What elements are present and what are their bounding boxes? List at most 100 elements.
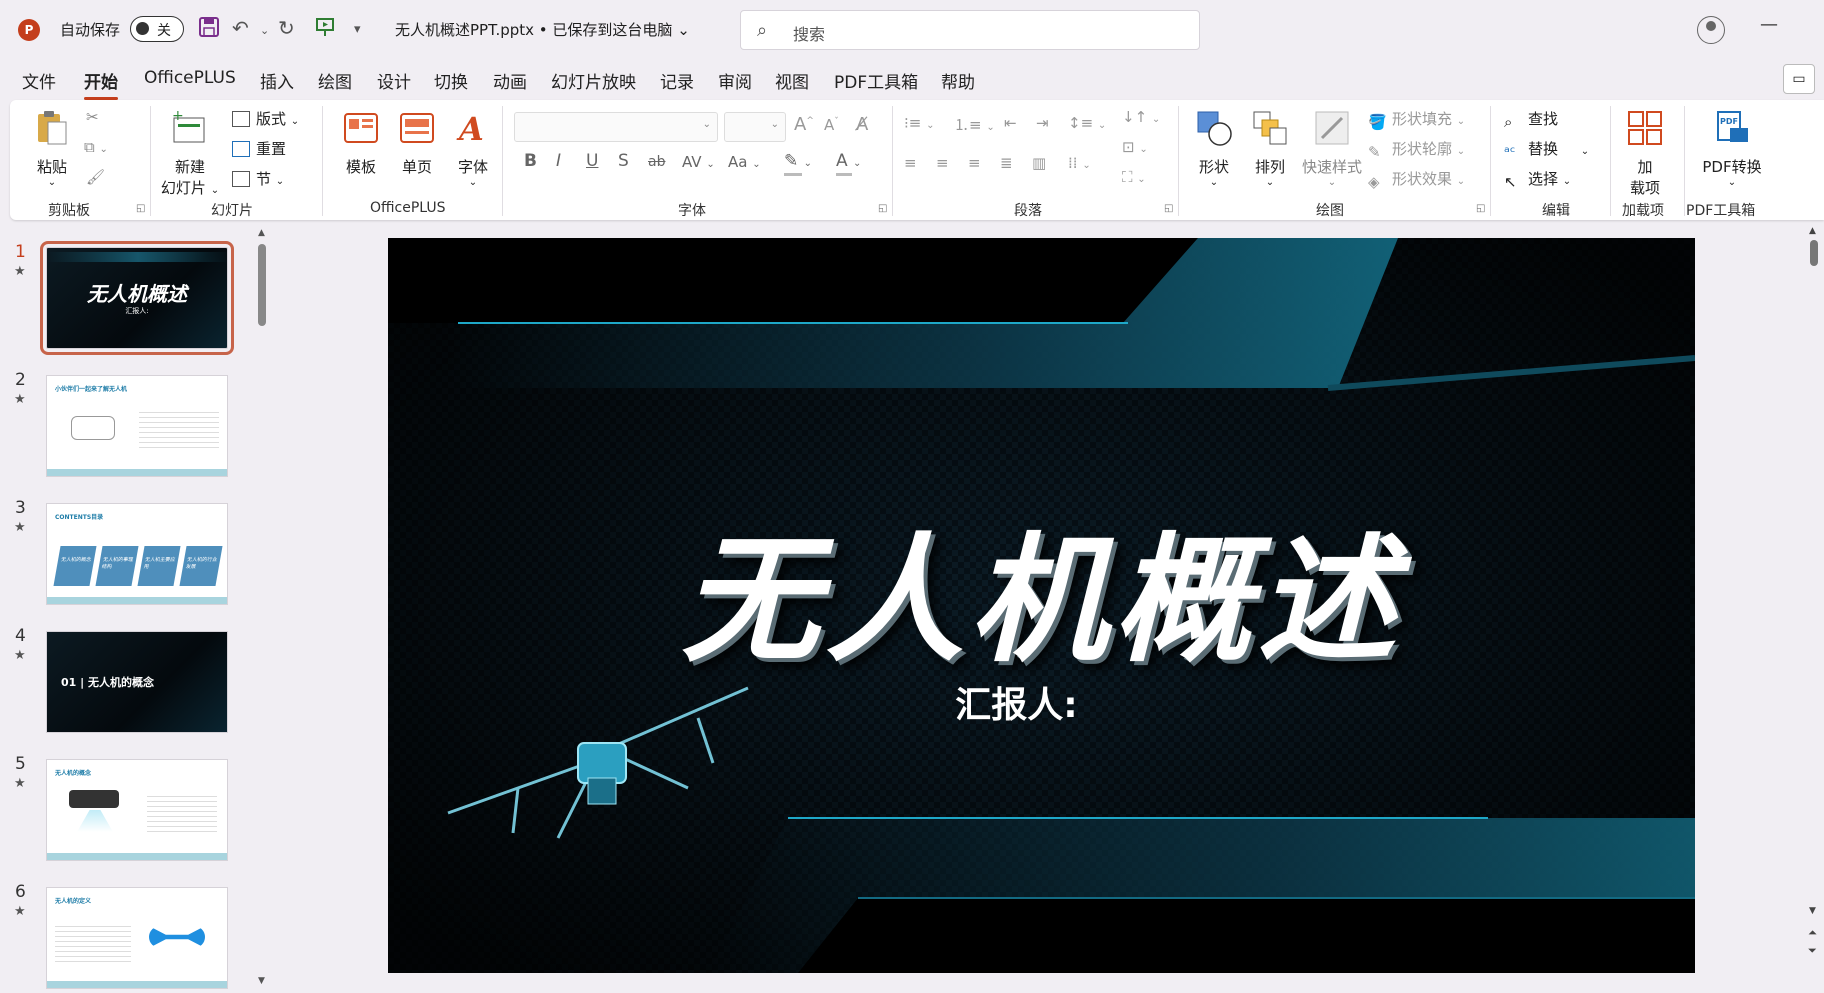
slide-title[interactable]: 无人机概述 [388,488,1695,688]
underline-button[interactable]: U [586,151,598,171]
slide-thumbnail-1[interactable]: 无人机概述 汇报人: [40,241,234,355]
clipboard-launcher-icon[interactable]: ◱ [136,203,145,214]
cut-icon[interactable]: ✂ [86,108,99,126]
single-page-button[interactable]: 单页 [394,108,440,177]
italic-button[interactable]: I [556,151,561,171]
next-slide-icon[interactable]: ⏷ [1808,944,1817,958]
tab-slideshow[interactable]: 幻灯片放映 [551,68,636,93]
undo-dropdown-icon[interactable]: ⌄ [260,24,269,37]
comments-icon[interactable]: ▭ [1783,64,1815,94]
decrease-indent-icon[interactable]: ⇤ [1004,114,1017,132]
editor-scrollbar[interactable] [1808,228,1820,988]
tab-design[interactable]: 设计 [377,68,411,93]
section-button[interactable]: 节 ⌄ [232,168,284,189]
paste-button[interactable]: 粘贴 ⌄ [28,108,76,188]
copy-icon[interactable]: ⧉ ⌄ [84,138,108,156]
shape-effects-button[interactable]: ◈ 形状效果 ⌄ [1368,168,1465,191]
slide-canvas[interactable]: 无人机概述 汇报人: [388,238,1695,973]
pdf-convert-button[interactable]: PDF PDF转换 ⌄ [1694,108,1770,188]
tab-review[interactable]: 审阅 [718,68,752,93]
document-title[interactable]: 无人机概述PPT.pptx • 已保存到这台电脑 ⌄ [395,19,690,40]
quick-styles-button[interactable]: 快速样式 ⌄ [1300,108,1364,188]
sort-icon[interactable]: ↓↑ ⌄ [1122,108,1160,126]
previous-slide-icon[interactable]: ⏶ [1808,926,1817,940]
account-avatar-icon[interactable] [1697,16,1725,44]
save-icon[interactable] [198,16,220,43]
highlight-color-icon[interactable]: ✎ ⌄ [784,151,812,176]
tab-transitions[interactable]: 切换 [434,68,468,93]
minimize-button[interactable]: — [1760,14,1778,35]
shape-fill-button[interactable]: 🪣 形状填充 ⌄ [1368,108,1465,131]
scroll-up-icon[interactable]: ▲ [258,228,265,238]
shapes-button[interactable]: 形状 ⌄ [1190,108,1238,188]
tab-pdf-toolbox[interactable]: PDF工具箱 [834,68,918,93]
select-button[interactable]: ↖ 选择 ⌄ [1504,168,1571,191]
tab-file[interactable]: 文件 [22,68,56,93]
scroll-down-icon[interactable]: ▼ [1809,906,1816,916]
align-text-icon[interactable]: ⊡ ⌄ [1122,138,1148,156]
increase-indent-icon[interactable]: ⇥ [1036,114,1049,132]
tab-draw[interactable]: 绘图 [318,68,352,93]
slide-thumbnail-5[interactable]: 无人机的概念 [46,759,228,861]
font-color-icon[interactable]: A ⌄ [836,151,861,176]
template-button[interactable]: 模板 [338,108,384,177]
tab-home[interactable]: 开始 [84,68,118,100]
find-button[interactable]: ⌕ 查找 [1504,108,1558,131]
redo-icon[interactable]: ↻ [278,16,295,40]
bullets-icon[interactable]: ⁝≡ ⌄ [904,114,935,132]
numbering-icon[interactable]: ⒈≡ ⌄ [954,114,995,135]
char-spacing-button[interactable]: AV ⌄ [682,153,715,171]
text-shadow-button[interactable]: S [618,151,629,171]
bold-button[interactable]: B [524,151,537,171]
font-launcher-icon[interactable]: ◱ [878,203,887,214]
thumbnail-scrollbar[interactable] [256,228,266,988]
justify-icon[interactable]: ≣ [1000,154,1013,172]
decrease-font-icon[interactable]: Aˇ [824,116,839,134]
slide-thumbnail-2[interactable]: 小伙伴们一起来了解无人机 [46,375,228,477]
format-painter-icon[interactable]: 🖌 [86,168,105,186]
editor-scrollbar-thumb[interactable] [1810,240,1818,266]
layout-button[interactable]: 版式 ⌄ [232,108,299,129]
title-bar: P 自动保存 关 ↶ ⌄ ↻ ▾ 无人机概述PPT.pptx • 已保存到这台电… [0,0,1824,58]
tab-view[interactable]: 视图 [775,68,809,93]
change-case-button[interactable]: Aa ⌄ [728,153,761,171]
smartart-icon[interactable]: ⛶ ⌄ [1122,168,1146,186]
scroll-up-icon[interactable]: ▲ [1809,226,1816,236]
customize-qat-icon[interactable]: ▾ [354,22,361,37]
replace-button[interactable]: ᵃᶜ 替换 ⌄ [1504,138,1589,161]
font-size-select[interactable]: ⌄ [724,112,786,142]
tab-insert[interactable]: 插入 [260,68,294,93]
addins-button[interactable]: 加 载项 [1622,108,1668,198]
font-family-select[interactable]: ⌄ [514,112,718,142]
shape-outline-button[interactable]: ✎ 形状轮廓 ⌄ [1368,138,1465,161]
present-icon[interactable] [314,16,336,43]
line-spacing-icon[interactable]: ↕≡ ⌄ [1068,114,1106,132]
align-center-icon[interactable]: ≡ [936,154,949,172]
slide-thumbnail-3[interactable]: CONTENTS目录 无人机的概念 无人机的事理结构 无人机主要应用 无人机的行… [46,503,228,605]
align-left-icon[interactable]: ≡ [904,154,917,172]
slide-subtitle[interactable]: 汇报人: [388,676,1695,728]
increase-font-icon[interactable]: A^ [794,114,814,135]
arrange-button[interactable]: 排列 ⌄ [1246,108,1294,188]
text-direction-icon[interactable]: ⁞⁞ ⌄ [1068,154,1091,172]
undo-icon[interactable]: ↶ [232,16,249,40]
columns-icon[interactable]: ▥ [1032,154,1046,172]
scroll-down-icon[interactable]: ▼ [258,976,265,986]
strikethrough-button[interactable]: ab [648,154,665,170]
thumbnail-scrollbar-thumb[interactable] [258,244,266,326]
reset-button[interactable]: 重置 [232,138,286,159]
paragraph-launcher-icon[interactable]: ◱ [1164,203,1173,214]
clear-format-icon[interactable]: A̸ [856,114,868,135]
search-box[interactable]: ⌕ 搜索 [740,10,1200,50]
slide-thumbnail-4[interactable]: 01 | 无人机的概念 [46,631,228,733]
tab-help[interactable]: 帮助 [941,68,975,93]
tab-record[interactable]: 记录 [660,68,694,93]
autosave-toggle[interactable]: 关 [130,16,184,42]
officeplus-font-button[interactable]: A 字体 ⌄ [450,108,496,188]
drawing-launcher-icon[interactable]: ◱ [1476,203,1485,214]
align-right-icon[interactable]: ≡ [968,154,981,172]
tab-officeplus[interactable]: OfficePLUS [144,68,236,88]
tab-animations[interactable]: 动画 [493,68,527,93]
new-slide-button[interactable]: + 新建 幻灯片 ⌄ [160,108,220,198]
slide-thumbnail-6[interactable]: 无人机的定义 [46,887,228,989]
